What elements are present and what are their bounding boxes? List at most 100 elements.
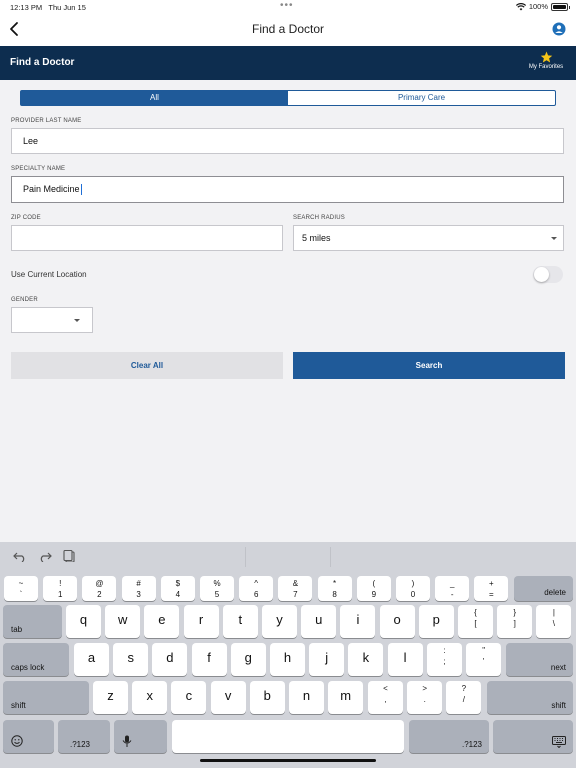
search-radius-value: 5 miles	[302, 233, 331, 243]
key-lower-label: 8	[332, 590, 337, 599]
multitasking-dots-icon[interactable]: •••	[280, 0, 294, 11]
key-o[interactable]: o	[379, 605, 415, 638]
key-t[interactable]: t	[222, 605, 258, 638]
shift-key-left[interactable]: shift	[3, 681, 89, 714]
key-h[interactable]: h	[270, 643, 305, 676]
key-2[interactable]: @2	[82, 576, 117, 601]
key-label: u	[315, 612, 323, 627]
key-lower-label: 2	[97, 590, 102, 599]
use-current-location-toggle[interactable]	[533, 266, 563, 283]
next-key[interactable]: next	[506, 643, 573, 676]
key-i[interactable]: i	[340, 605, 376, 638]
key-upper-label: |	[552, 608, 555, 617]
key-1[interactable]: ! 1	[43, 576, 78, 601]
key-/[interactable]: ? /	[446, 681, 482, 714]
key-q[interactable]: q	[66, 605, 101, 638]
tab-key[interactable]: tab	[3, 605, 62, 638]
space-bar[interactable]	[172, 720, 404, 753]
key--[interactable]: _ -	[435, 576, 470, 601]
key-\[interactable]: | \	[536, 605, 572, 638]
key-d[interactable]: d	[152, 643, 188, 676]
page-title: Find a Doctor	[10, 57, 75, 68]
key-label: b	[263, 688, 271, 703]
zip-code-input[interactable]	[11, 225, 283, 251]
delete-key[interactable]: delete	[514, 576, 573, 601]
redo-icon[interactable]	[38, 550, 52, 562]
key-,[interactable]: <,	[368, 681, 403, 714]
key-6[interactable]: ^ 6	[239, 576, 274, 601]
key-upper-label: >	[422, 684, 428, 693]
key-upper-label: (	[372, 579, 376, 588]
key-label: h	[283, 650, 292, 665]
numbers-key-label: .?123	[69, 740, 90, 749]
emoji-icon	[11, 735, 23, 747]
gender-select[interactable]	[11, 307, 93, 333]
caps-lock-key[interactable]: caps lock	[3, 643, 69, 676]
key-label: z	[107, 688, 114, 703]
key-l[interactable]: l	[387, 643, 423, 676]
key-y[interactable]: y	[262, 605, 297, 638]
key-upper-label: $	[175, 579, 181, 588]
key-g[interactable]: g	[230, 643, 266, 676]
key-x[interactable]: x	[132, 681, 168, 714]
specialty-name-input[interactable]: Pain Medicine	[11, 176, 564, 203]
clipboard-icon[interactable]	[63, 550, 77, 562]
numbers-key-left[interactable]: .?123	[58, 720, 110, 753]
key-w[interactable]: w	[105, 605, 141, 638]
provider-last-name-input[interactable]: Lee	[11, 128, 564, 154]
key-9[interactable]: (9	[356, 576, 391, 601]
key-8[interactable]: * 8	[317, 576, 352, 601]
key-7[interactable]: & 7	[278, 576, 313, 601]
search-radius-select[interactable]: 5 miles	[293, 225, 564, 251]
key-r[interactable]: r	[183, 605, 219, 638]
key-'[interactable]: " '	[466, 643, 502, 676]
key-e[interactable]: e	[144, 605, 180, 638]
key-upper-label: ^	[254, 579, 259, 588]
key-label: m	[340, 688, 352, 703]
key-;[interactable]: :;	[427, 643, 462, 676]
keyboard-dismiss-key[interactable]	[493, 720, 573, 753]
key-p[interactable]: p	[418, 605, 454, 638]
zip-code-label: ZIP CODE	[11, 215, 41, 221]
tab-primary-care[interactable]: Primary Care	[288, 91, 555, 105]
key-b[interactable]: b	[249, 681, 285, 714]
key-k[interactable]: k	[348, 643, 384, 676]
key-a[interactable]: a	[74, 643, 109, 676]
tab-all[interactable]: All	[21, 91, 288, 105]
toolbar-divider	[245, 547, 246, 567]
numbers-key-right[interactable]: .?123	[409, 720, 489, 753]
undo-icon[interactable]	[13, 550, 27, 562]
key-u[interactable]: u	[301, 605, 337, 638]
key-lower-label: /	[462, 695, 465, 704]
profile-icon[interactable]	[552, 22, 566, 36]
key-label: w	[117, 612, 128, 627]
key-][interactable]: }]	[497, 605, 533, 638]
key-n[interactable]: n	[289, 681, 324, 714]
home-indicator	[200, 759, 376, 762]
key-.[interactable]: >.	[407, 681, 443, 714]
key-s[interactable]: s	[113, 643, 149, 676]
key-4[interactable]: $4	[160, 576, 195, 601]
key-[[interactable]: {[	[458, 605, 493, 638]
key-lower-label: 4	[175, 590, 181, 599]
key-5[interactable]: % 5	[200, 576, 234, 601]
key-z[interactable]: z	[93, 681, 128, 714]
key-c[interactable]: c	[171, 681, 207, 714]
keyboard-dismiss-icon	[552, 736, 566, 748]
dictation-key[interactable]	[114, 720, 167, 753]
key-0[interactable]: ) 0	[396, 576, 430, 601]
shift-key-right[interactable]: shift	[487, 681, 573, 714]
key-m[interactable]: m	[328, 681, 364, 714]
key-f[interactable]: f	[191, 643, 227, 676]
key-j[interactable]: j	[309, 643, 345, 676]
wifi-icon	[515, 2, 526, 10]
search-button[interactable]: Search	[293, 352, 565, 379]
my-favorites-button[interactable]: My Favorites	[526, 51, 566, 70]
key-=[interactable]: + =	[474, 576, 509, 601]
key-3[interactable]: #3	[121, 576, 156, 601]
key-v[interactable]: v	[210, 681, 246, 714]
key-`[interactable]: ~ `	[4, 576, 38, 601]
key-upper-label: ?	[461, 684, 467, 693]
emoji-key[interactable]	[3, 720, 54, 753]
clear-all-button[interactable]: Clear All	[11, 352, 283, 379]
